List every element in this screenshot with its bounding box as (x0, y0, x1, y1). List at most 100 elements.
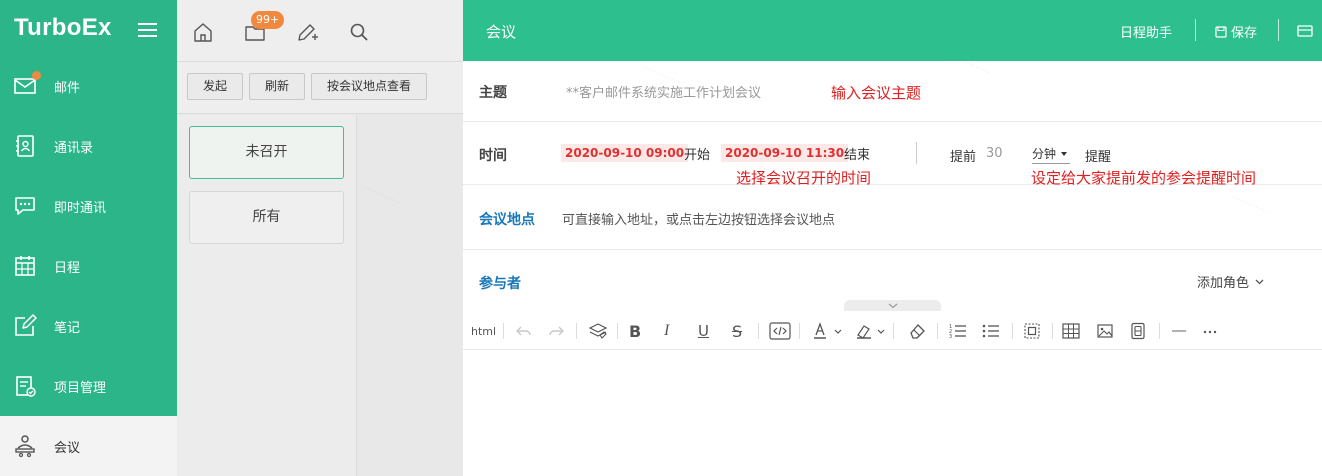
end-word: 结束 (844, 148, 871, 163)
home-icon[interactable] (191, 20, 215, 44)
subject-label: 主题 (479, 85, 507, 101)
remind-unit-select[interactable]: 分钟 (1032, 145, 1071, 164)
filter-not-held[interactable]: 未召开 (189, 126, 344, 179)
sidebar-item-project[interactable]: 项目管理 (0, 356, 177, 416)
start-meeting-button[interactable]: 发起 (187, 73, 243, 100)
add-role-button[interactable]: 添加角色 (1197, 272, 1264, 291)
strikethrough-button[interactable]: S (732, 322, 742, 341)
sidebar-item-label: 会议 (54, 440, 81, 456)
time-divider (916, 142, 917, 164)
sidebar: TurboEx 邮件 通讯录 即时通讯 日程 笔记 项目管理 会议 (0, 0, 177, 476)
top-toolbar: 99+ (177, 0, 463, 62)
location-row: 会议地点 可直接输入地址，或点击左边按钮选择会议地点 (463, 185, 1322, 250)
calendar-icon (13, 254, 37, 278)
view-by-location-button[interactable]: 按会议地点查看 (311, 73, 427, 100)
filter-list: 未召开 所有 (177, 115, 357, 476)
search-icon[interactable] (347, 20, 371, 44)
editor-content-area[interactable] (463, 350, 1322, 476)
expand-handle[interactable] (844, 300, 941, 311)
table-icon[interactable] (1062, 322, 1080, 340)
meeting-list-panel: 99+ 发起 刷新 按会议地点查看 未召开 所有 (177, 0, 463, 476)
remind-word: 提醒 (1085, 150, 1112, 165)
subject-input[interactable]: **客户邮件系统实施工作计划会议 (566, 82, 761, 101)
ordered-list-icon[interactable]: 123 (949, 322, 967, 340)
subject-annotation: 输入会议主题 (831, 84, 922, 102)
time-label: 时间 (479, 148, 507, 164)
dropdown-arrow-icon (1061, 151, 1068, 156)
svg-text:3: 3 (949, 334, 952, 340)
hamburger-menu-icon[interactable] (138, 22, 157, 38)
sidebar-item-label: 日程 (54, 260, 81, 276)
toolbar-divider (758, 323, 759, 339)
brand-logo: TurboEx (14, 14, 112, 41)
sidebar-item-label: 笔记 (54, 320, 81, 336)
eraser-icon[interactable] (908, 322, 926, 340)
end-datetime-picker[interactable]: 2020-09-10 11:30 (721, 144, 849, 162)
filter-all[interactable]: 所有 (189, 191, 344, 244)
toolbar-divider (1052, 323, 1053, 339)
header-divider (1278, 19, 1279, 41)
location-picker-button[interactable]: 会议地点 (479, 209, 535, 229)
unordered-list-icon[interactable] (982, 322, 1000, 340)
highlight-color-icon[interactable] (855, 322, 889, 340)
notification-badge: 99+ (251, 11, 285, 29)
toolbar-divider (576, 323, 577, 339)
italic-button[interactable]: I (664, 322, 669, 340)
sidebar-item-notes[interactable]: 笔记 (0, 296, 177, 356)
action-bar: 发起 刷新 按会议地点查看 (177, 62, 463, 114)
undo-icon[interactable] (515, 322, 533, 340)
sidebar-item-chat[interactable]: 即时通讯 (0, 176, 177, 236)
subject-row: 主题 **客户邮件系统实施工作计划会议 输入会议主题 (463, 61, 1322, 122)
unread-dot (32, 71, 41, 80)
start-datetime-picker[interactable]: 2020-09-10 09:00 (561, 144, 689, 162)
sidebar-item-meeting[interactable]: 会议 (0, 416, 177, 476)
sidebar-item-calendar[interactable]: 日程 (0, 236, 177, 296)
chat-icon (13, 194, 37, 218)
underline-button[interactable]: U (698, 322, 709, 340)
remind-value-input[interactable]: 30 (986, 146, 1003, 161)
horizontal-rule-icon[interactable] (1170, 322, 1188, 340)
editor-header: 会议 日程助手 保存 (463, 0, 1322, 61)
toolbar-divider (1159, 323, 1160, 339)
font-color-icon[interactable] (812, 322, 846, 340)
code-icon[interactable] (769, 322, 791, 340)
bold-button[interactable]: B (629, 322, 641, 341)
toolbar-divider (617, 323, 618, 339)
panel-toggle-icon[interactable] (1297, 24, 1313, 38)
remind-before-label: 提前 (950, 150, 977, 165)
refresh-button[interactable]: 刷新 (249, 73, 305, 100)
meeting-editor: 会议 日程助手 保存 主题 **客户邮件系统实施工作计划会议 输入会议主题 时间… (463, 0, 1322, 476)
more-icon[interactable] (1201, 322, 1219, 340)
add-role-label: 添加角色 (1197, 276, 1250, 291)
contacts-icon (13, 134, 37, 158)
redo-icon[interactable] (547, 322, 565, 340)
attendees-button[interactable]: 参与者 (479, 273, 521, 293)
sidebar-item-label: 即时通讯 (54, 200, 107, 216)
toolbar-divider (893, 323, 894, 339)
toolbar-divider (799, 323, 800, 339)
remind-unit-value: 分钟 (1032, 147, 1057, 161)
sidebar-item-label: 邮件 (54, 80, 81, 96)
save-button[interactable]: 保存 (1215, 22, 1257, 41)
compose-icon[interactable] (295, 20, 319, 44)
format-painter-icon[interactable] (588, 322, 608, 340)
project-icon (13, 374, 37, 398)
toolbar-divider (503, 323, 504, 339)
note-icon (13, 314, 37, 338)
attachment-icon[interactable] (1129, 322, 1147, 340)
select-all-icon[interactable] (1023, 322, 1041, 340)
sidebar-item-mail[interactable]: 邮件 (0, 56, 177, 116)
chevron-down-icon (1255, 279, 1264, 284)
location-input[interactable]: 可直接输入地址，或点击左边按钮选择会议地点 (562, 209, 1262, 228)
toolbar-divider (1012, 323, 1013, 339)
html-mode-button[interactable]: html (471, 322, 496, 340)
chevron-down-icon (888, 303, 897, 308)
sidebar-item-contacts[interactable]: 通讯录 (0, 116, 177, 176)
image-icon[interactable] (1096, 322, 1114, 340)
sidebar-item-label: 通讯录 (54, 140, 94, 156)
sidebar-item-label: 项目管理 (54, 380, 107, 396)
schedule-assistant-button[interactable]: 日程助手 (1120, 22, 1172, 41)
editor-toolbar: html B I U S 123 (463, 311, 1322, 350)
save-label: 保存 (1231, 26, 1258, 41)
start-word: 开始 (684, 148, 711, 163)
